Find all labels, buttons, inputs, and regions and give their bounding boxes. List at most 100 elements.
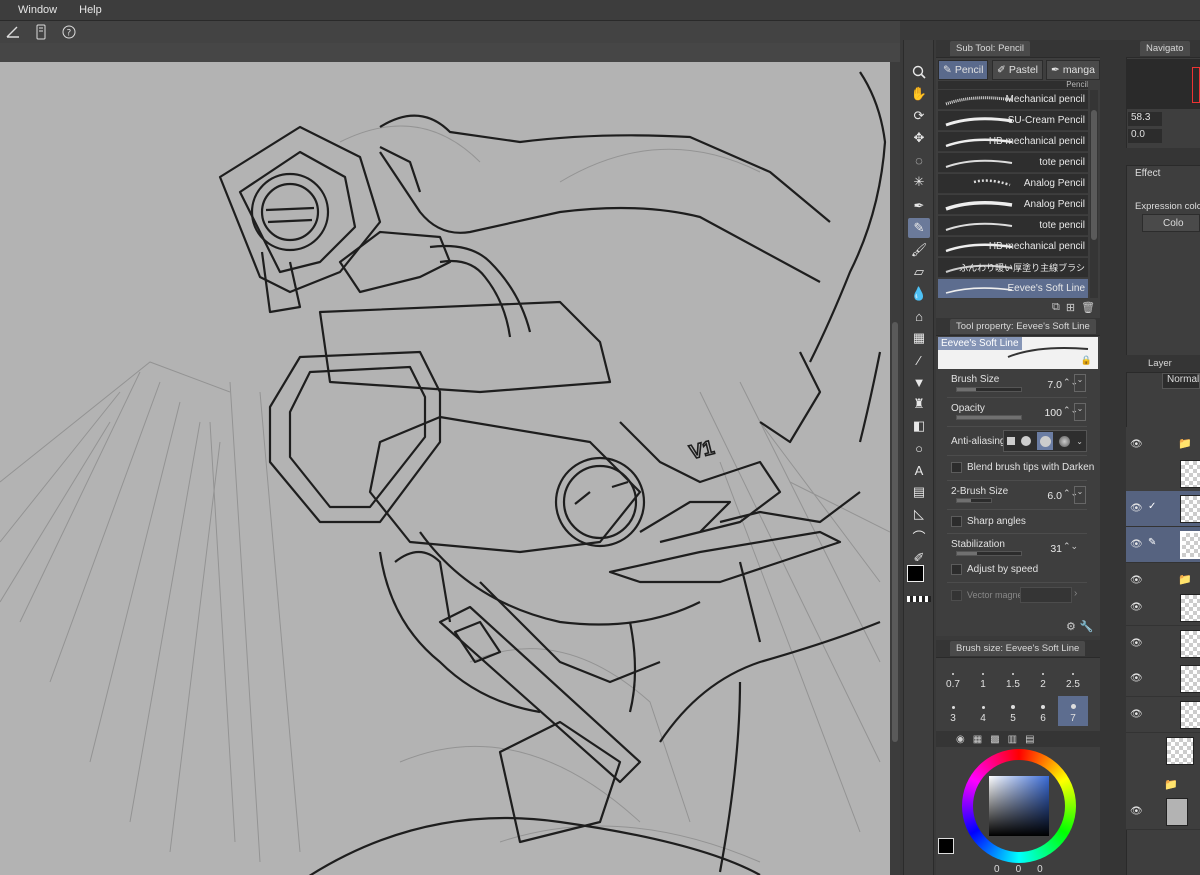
move-icon[interactable]: ✥	[908, 128, 930, 148]
visibility-eye-icon[interactable]: 👁	[1130, 709, 1143, 720]
brush-size-slider[interactable]	[956, 387, 1022, 392]
blend-icon[interactable]: 💧	[908, 284, 930, 304]
layer-row-selected[interactable]: 👁 ✓	[1126, 491, 1200, 527]
stabilization-slider[interactable]	[956, 551, 1022, 556]
text-icon[interactable]: A	[908, 460, 930, 480]
layer-row[interactable]: 👁	[1126, 626, 1200, 662]
brush2-pressure-icon[interactable]: ⌄	[1074, 486, 1086, 504]
brush-size-7[interactable]: 7	[1058, 696, 1088, 726]
hand-icon[interactable]: ✋	[908, 84, 930, 104]
brush-item-mechanical-pencil[interactable]: Mechanical pencil	[938, 90, 1088, 110]
brush-size-1[interactable]: 1	[968, 662, 998, 692]
aa-strong-icon[interactable]	[1059, 435, 1071, 447]
layer-row[interactable]: 👁	[1126, 697, 1200, 733]
brush-size-5[interactable]: 5	[998, 696, 1028, 726]
paper-layer-row[interactable]: 👁	[1126, 794, 1200, 830]
tool-settings-icon[interactable]: ⚙	[1066, 620, 1076, 633]
brush-size-pressure-icon[interactable]: ⌄	[1074, 374, 1086, 392]
stamp-icon[interactable]: ♜	[908, 394, 930, 414]
layer-row[interactable]	[1126, 456, 1200, 492]
brush-size-6[interactable]: 6	[1028, 696, 1058, 726]
tab-pastel[interactable]: ✐ Pastel	[992, 60, 1043, 80]
zoom-value[interactable]: 58.3	[1128, 112, 1162, 126]
new-subtool-icon[interactable]: ⊞	[1066, 301, 1075, 314]
opacity-pressure-icon[interactable]: ⌄	[1074, 403, 1086, 421]
layer-row[interactable]	[1126, 733, 1200, 769]
brush-size-4[interactable]: 4	[968, 696, 998, 726]
bucket-icon[interactable]: ▼	[908, 372, 930, 392]
grid-icon[interactable]: ▦	[908, 328, 930, 348]
layer-row-drawing[interactable]: 👁 ✎	[1126, 527, 1200, 563]
eraser-icon[interactable]: ▱	[908, 262, 930, 282]
green-value[interactable]: 0	[1016, 864, 1022, 875]
zoom-icon[interactable]	[908, 62, 930, 82]
visibility-eye-icon[interactable]: 👁	[1130, 602, 1143, 613]
layer-row[interactable]: 👁	[1126, 590, 1200, 626]
stabilization-spinner[interactable]: ⌃⌄	[1063, 541, 1078, 552]
eyedropper-icon[interactable]: ⁄	[908, 350, 930, 370]
brush-size-1-5[interactable]: 1.5	[998, 662, 1028, 692]
help-icon[interactable]: ?	[58, 23, 80, 41]
layer-panel-title[interactable]: Layer	[1148, 358, 1172, 369]
vector-magnet-selector[interactable]	[1020, 587, 1072, 603]
blue-value[interactable]: 0	[1037, 864, 1043, 875]
canvas-scrollbar[interactable]	[890, 62, 900, 875]
anti-aliasing-selector[interactable]: ⌄	[1003, 430, 1087, 452]
aa-dropdown-icon[interactable]: ⌄	[1076, 437, 1083, 446]
color-wheel-tab-icon[interactable]: ◉	[956, 734, 965, 745]
layer-row[interactable]: 👁	[1126, 661, 1200, 697]
brush-item-eevees-soft-line[interactable]: Eevee's Soft Line	[938, 279, 1088, 299]
brush-item-su-cream-pencil[interactable]: SU-Cream Pencil	[938, 111, 1088, 131]
visibility-eye-icon[interactable]: 👁	[1130, 503, 1143, 514]
vector-magnet-arrow-icon[interactable]: ›	[1074, 588, 1077, 599]
aa-none-icon[interactable]	[1007, 437, 1016, 445]
vector-magnet-checkbox[interactable]	[951, 590, 962, 601]
copy-subtool-icon[interactable]: ⧉	[1052, 301, 1060, 314]
gradient-icon[interactable]: ◧	[908, 416, 930, 436]
brush-item-hb-mechanical-pencil[interactable]: HB mechanical pencil	[938, 132, 1088, 152]
brush-item-soft-thick-line[interactable]: ふんわり暖い厚塗り主線ブラシ	[938, 258, 1088, 278]
tab-pencil[interactable]: ✎ Pencil	[938, 60, 989, 80]
rotate-icon[interactable]: ⟳	[908, 106, 930, 126]
intermediate-color-tab-icon[interactable]: ▩	[990, 734, 999, 745]
aa-medium-icon[interactable]	[1037, 432, 1054, 450]
balloon-icon[interactable]: ⌒	[908, 526, 930, 546]
adjust-speed-checkbox[interactable]	[951, 564, 962, 575]
expression-color-button[interactable]: Colo	[1142, 214, 1200, 232]
color-set-tab-icon[interactable]: ▦	[973, 734, 982, 745]
navigator-preview[interactable]	[1126, 59, 1200, 109]
brush-size-2[interactable]: 2	[1028, 662, 1058, 692]
brush-size-title[interactable]: Brush size: Eevee's Soft Line	[950, 641, 1086, 656]
transparent-color-icon[interactable]	[907, 596, 931, 602]
opacity-slider[interactable]	[956, 415, 1022, 420]
brush-item-tote-pencil-2[interactable]: tote pencil	[938, 216, 1088, 236]
aa-weak-icon[interactable]	[1021, 436, 1032, 446]
tool-property-title[interactable]: Tool property: Eevee's Soft Line	[950, 319, 1096, 334]
visibility-eye-icon[interactable]: 👁	[1130, 673, 1143, 684]
color-wheel[interactable]	[962, 749, 1076, 863]
pencil-icon[interactable]: ✎	[908, 218, 930, 238]
color-square[interactable]	[989, 776, 1049, 836]
visibility-eye-icon[interactable]: 👁	[1130, 638, 1143, 649]
brush-item-tote-pencil[interactable]: tote pencil	[938, 153, 1088, 173]
navigator-title[interactable]: Navigato	[1140, 41, 1190, 56]
subtool-panel-title[interactable]: Sub Tool: Pencil	[950, 41, 1030, 56]
brush-size-value[interactable]: 7.0	[1030, 379, 1062, 391]
menu-window[interactable]: Window	[18, 4, 57, 16]
brush2-size-value[interactable]: 6.0	[1030, 490, 1062, 502]
rotation-value[interactable]: 0.0	[1128, 129, 1162, 143]
fill-icon[interactable]: ⌂	[908, 306, 930, 326]
color-main-swatch[interactable]	[938, 838, 954, 854]
ruler-icon[interactable]: ◺	[908, 504, 930, 524]
subtool-scrollbar[interactable]	[1090, 90, 1098, 298]
pen-icon[interactable]: ✒	[908, 196, 930, 216]
stabilization-value[interactable]: 31	[1030, 543, 1062, 555]
lock-icon[interactable]: 🔒	[1081, 355, 1092, 366]
figure-icon[interactable]: ○	[908, 438, 930, 458]
visibility-eye-icon[interactable]: 👁	[1130, 439, 1143, 450]
brush-size-2-5[interactable]: 2.5	[1058, 662, 1088, 692]
red-value[interactable]: 0	[994, 864, 1000, 875]
lasso-icon[interactable]: ◌	[908, 150, 930, 170]
blend-darken-checkbox[interactable]	[951, 462, 962, 473]
opacity-value[interactable]: 100	[1030, 407, 1062, 419]
